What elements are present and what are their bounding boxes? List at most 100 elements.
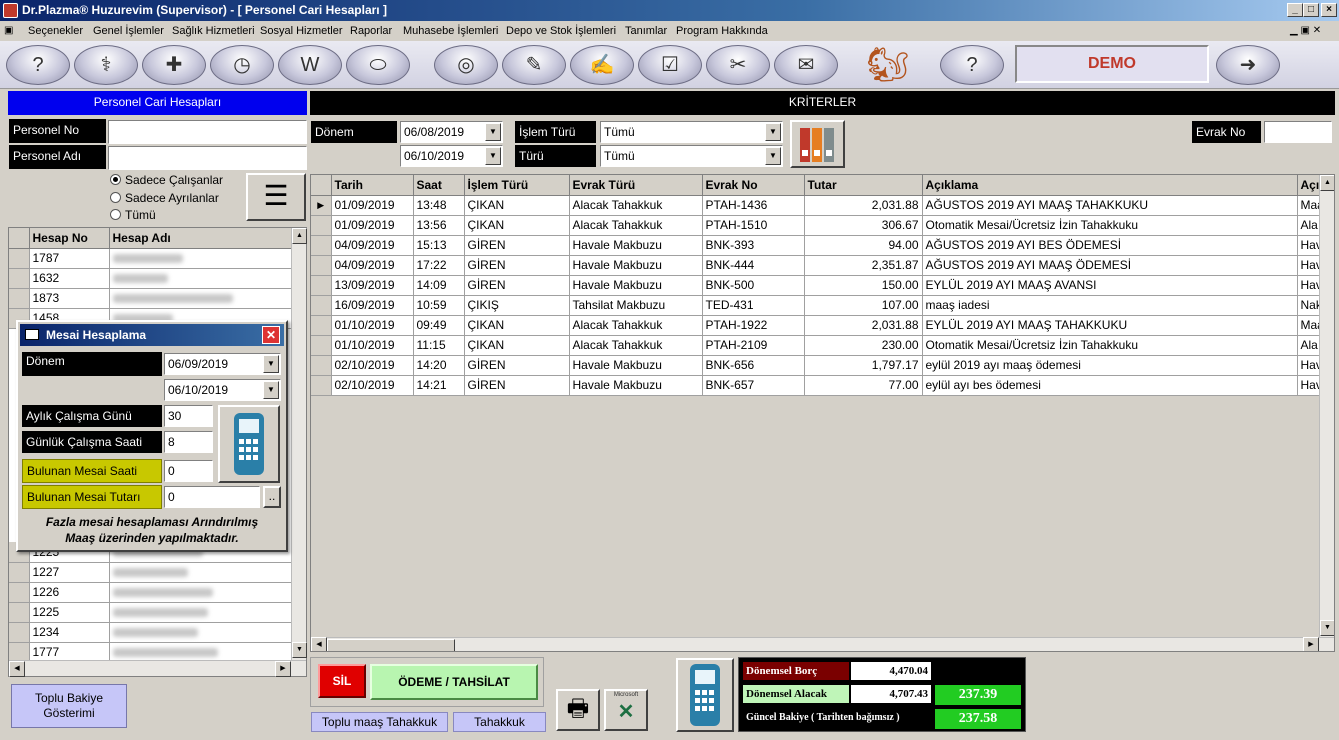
islem-turu-combo[interactable]: Tümü ▼ <box>600 121 783 143</box>
islem-turu-cell[interactable]: ÇIKIŞ <box>464 295 570 316</box>
saat-cell[interactable]: 11:15 <box>413 335 465 356</box>
maximize-button[interactable]: □ <box>1303 3 1319 17</box>
globe-exit-icon[interactable]: ➜ <box>1216 45 1280 85</box>
menu-secenekler[interactable]: Seçenekler <box>28 21 83 41</box>
table-row[interactable]: 1227 <box>9 562 292 583</box>
hesap-no-cell[interactable]: 1227 <box>29 562 110 583</box>
evrak-no-cell[interactable]: BNK-500 <box>702 275 805 296</box>
tarih-cell[interactable]: 01/10/2019 <box>331 315 414 336</box>
hesap-adi-cell[interactable] <box>109 642 292 663</box>
tarih-cell[interactable]: 01/10/2019 <box>331 335 414 356</box>
row-indicator[interactable] <box>311 275 332 296</box>
sil-button[interactable]: SİL <box>318 664 366 698</box>
scroll-down-button[interactable]: ▼ <box>1320 620 1334 636</box>
row-indicator[interactable] <box>311 235 332 256</box>
evrak-no-cell[interactable]: PTAH-1922 <box>702 315 805 336</box>
minimize-button[interactable]: _ <box>1287 3 1303 17</box>
saat-cell[interactable]: 09:49 <box>413 315 465 336</box>
saat-cell[interactable]: 14:09 <box>413 275 465 296</box>
menu-depo-stok[interactable]: Depo ve Stok İşlemleri <box>506 21 616 41</box>
dropdown-arrow-icon[interactable]: ▼ <box>765 123 781 141</box>
radio-dot-selected[interactable] <box>110 174 121 185</box>
clipboard-icon[interactable]: ☑ <box>638 45 702 85</box>
hesap-adi-cell[interactable] <box>109 268 292 289</box>
dropdown-arrow-icon[interactable]: ▼ <box>263 355 279 373</box>
hesap-no-cell[interactable]: 1234 <box>29 622 110 643</box>
radio-dot[interactable] <box>110 192 121 203</box>
main-grid-vscroll[interactable]: ▲ ▼ <box>1319 175 1334 637</box>
hesap-adi-cell[interactable] <box>109 288 292 309</box>
table-row[interactable]: 02/10/2019 14:20 GİREN Havale Makbuzu BNK-65… <box>311 355 1320 376</box>
extra-cell[interactable]: Ala <box>1297 335 1320 356</box>
tutar-cell[interactable]: 306.67 <box>804 215 923 236</box>
col-tutar[interactable]: Tutar <box>804 175 923 196</box>
pos-calculator-button[interactable] <box>218 405 280 483</box>
close-button[interactable]: × <box>1321 3 1337 17</box>
table-row[interactable]: 04/09/2019 15:13 GİREN Havale Makbuzu BNK-39… <box>311 235 1320 256</box>
tarih-cell[interactable]: 02/10/2019 <box>331 375 414 396</box>
tutar-cell[interactable]: 2,031.88 <box>804 315 923 336</box>
personel-no-input[interactable] <box>108 120 307 144</box>
tahakkuk-button[interactable]: Tahakkuk <box>453 712 546 732</box>
aciklama-cell[interactable]: Otomatik Mesai/Ücretsiz İzin Tahakkuku <box>922 215 1298 236</box>
saat-cell[interactable]: 10:59 <box>413 295 465 316</box>
col-evrak-no[interactable]: Evrak No <box>702 175 805 196</box>
islem-turu-cell[interactable]: ÇIKAN <box>464 335 570 356</box>
table-row[interactable]: 01/09/2019 13:56 ÇIKAN Alacak Tahakkuk PTAH-… <box>311 215 1320 236</box>
evrak-no-cell[interactable]: BNK-656 <box>702 355 805 376</box>
odeme-tahsilat-button[interactable]: ÖDEME / TAHSİLAT <box>370 664 538 700</box>
table-row[interactable]: 16/09/2019 10:59 ÇIKIŞ Tahsilat Makbuzu TED-… <box>311 295 1320 316</box>
menu-program-hakkinda[interactable]: Program Hakkında <box>676 21 768 41</box>
menu-saglik-hizmetleri[interactable]: Sağlık Hizmetleri <box>172 21 255 41</box>
aciklama-cell[interactable]: EYLÜL 2019 AYI MAAŞ TAHAKKUKU <box>922 315 1298 336</box>
tarih-cell[interactable]: 01/09/2019 <box>331 195 414 216</box>
tarih-cell[interactable]: 04/09/2019 <box>331 255 414 276</box>
islem-turu-cell[interactable]: ÇIKAN <box>464 315 570 336</box>
saat-cell[interactable]: 17:22 <box>413 255 465 276</box>
aciklama-cell[interactable]: AĞUSTOS 2019 AYI MAAŞ ÖDEMESİ <box>922 255 1298 276</box>
toplu-bakiye-button[interactable]: Toplu Bakiye Gösterimi <box>11 684 127 728</box>
left-grid-hscroll[interactable]: ◀ ▶ <box>9 660 306 677</box>
evrak-turu-cell[interactable]: Tahsilat Makbuzu <box>569 295 703 316</box>
saat-cell[interactable]: 13:48 <box>413 195 465 216</box>
aylik-calisma-input[interactable]: 30 <box>164 405 213 427</box>
radio-sadece-calisanlar[interactable]: Sadece Çalışanlar <box>110 172 223 189</box>
hesap-adi-cell[interactable] <box>109 562 292 583</box>
date-from-combo[interactable]: 06/08/2019 ▼ <box>400 121 503 143</box>
aciklama-cell[interactable]: Otomatik Mesai/Ücretsiz İzin Tahakkuku <box>922 335 1298 356</box>
scroll-left-button[interactable]: ◀ <box>9 661 25 677</box>
mesai-date-from[interactable]: 06/09/2019 ▼ <box>164 353 281 375</box>
main-grid-hscroll[interactable]: ◀ ▶ <box>311 637 1334 651</box>
evrak-no-cell[interactable]: PTAH-1510 <box>702 215 805 236</box>
mdi-window-controls[interactable]: ▁ ▣ ✕ <box>1290 21 1321 41</box>
tutar-cell[interactable]: 150.00 <box>804 275 923 296</box>
scroll-up-button[interactable]: ▲ <box>292 228 307 244</box>
col-islem-turu[interactable]: İşlem Türü <box>464 175 570 196</box>
evrak-no-cell[interactable]: TED-431 <box>702 295 805 316</box>
extra-cell[interactable]: Hav <box>1297 235 1320 256</box>
extra-cell[interactable]: Maa <box>1297 315 1320 336</box>
radio-sadece-ayrilanlar[interactable]: Sadece Ayrılanlar <box>110 190 219 207</box>
scroll-right-button[interactable]: ▶ <box>1303 637 1319 651</box>
menu-sosyal-hizmetler[interactable]: Sosyal Hizmetler <box>260 21 343 41</box>
mesai-date-to[interactable]: 06/10/2019 ▼ <box>164 379 281 401</box>
islem-turu-cell[interactable]: GİREN <box>464 275 570 296</box>
table-row[interactable]: 01/10/2019 11:15 ÇIKAN Alacak Tahakkuk PTAH-… <box>311 335 1320 356</box>
hesap-adi-cell[interactable] <box>109 248 292 269</box>
row-indicator[interactable] <box>311 295 332 316</box>
islem-turu-cell[interactable]: GİREN <box>464 355 570 376</box>
mail-icon[interactable]: ✉ <box>774 45 838 85</box>
tools-icon[interactable]: ✂ <box>706 45 770 85</box>
scroll-up-button[interactable]: ▲ <box>1320 175 1334 191</box>
bandage-icon[interactable]: ✎ <box>502 45 566 85</box>
dropdown-arrow-icon[interactable]: ▼ <box>765 147 781 165</box>
squirrel-mascot-icon[interactable]: 🐿 <box>860 43 916 87</box>
tarih-cell[interactable]: 02/10/2019 <box>331 355 414 376</box>
aciklama-cell[interactable]: AĞUSTOS 2019 AYI BES ÖDEMESİ <box>922 235 1298 256</box>
evrak-turu-cell[interactable]: Havale Makbuzu <box>569 275 703 296</box>
aciklama-cell[interactable]: maaş iadesi <box>922 295 1298 316</box>
islem-turu-cell[interactable]: GİREN <box>464 375 570 396</box>
excel-export-button[interactable]: Microsoft ✕ <box>604 689 648 731</box>
row-indicator[interactable] <box>311 215 332 236</box>
table-row[interactable]: 1632 <box>9 268 292 289</box>
